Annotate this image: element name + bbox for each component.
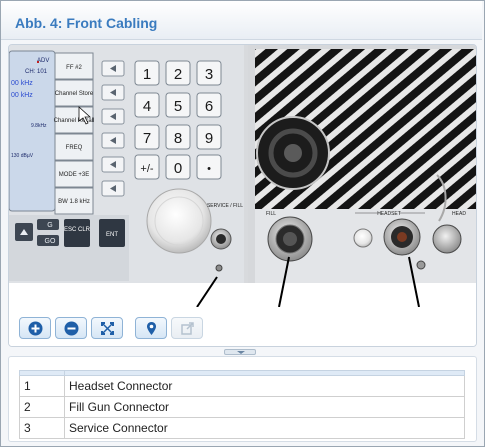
arrow-key[interactable] [101,156,125,173]
key-label: GO [45,238,56,245]
softkey-channel-recall[interactable]: Channel Recall [54,106,95,134]
map-pin-icon [147,322,156,335]
keypad-key-1[interactable]: 1 [134,60,160,86]
keypad-key-2[interactable]: 2 [165,60,191,86]
key-label: 7 [143,130,151,147]
image-viewer[interactable]: ADV CH: 101 00 kHz 00 kHz 9.8kHz 130 dBµ… [8,44,477,347]
key-label: 3 [205,66,213,83]
key-label: 8 [174,130,182,147]
key-label: ESC CLR [64,227,91,233]
lcd-line: 130 dBµV [11,153,34,159]
key-label: 0 [174,160,182,177]
key-label: 6 [205,98,213,115]
open-external-button[interactable] [171,317,203,339]
legend-label: Service Connector [64,417,465,439]
lcd-line: 00 kHz [11,92,33,99]
arrow-key[interactable] [101,180,125,197]
rotary-knob[interactable] [146,188,212,254]
softkey-label: Channel Store [55,91,94,97]
viewer-toolbar [9,307,476,346]
panel-splitter-handle[interactable] [224,349,256,355]
zoom-out-icon [64,321,79,336]
second-headset-connector[interactable] [432,224,462,254]
keypad-key-9[interactable]: 9 [196,124,222,150]
lcd-line: 00 kHz [11,80,33,87]
softkey-label: FREQ [66,145,83,151]
keypad-key-0[interactable]: 0 [165,154,191,180]
keypad-key-8[interactable]: 8 [165,124,191,150]
table-row: 3 Service Connector [19,417,465,439]
legend-panel: 1 Headset Connector 2 Fill Gun Connector… [8,356,477,442]
keypad-key-plus-minus[interactable]: +/- [134,154,160,180]
key-label: 2 [174,66,182,83]
softkey-label: MODE +3E [59,172,90,178]
legend-number: 1 [19,375,65,397]
panel-header: Abb. 4: Front Cabling [1,1,482,40]
lcd-display [9,50,56,212]
small-key-g[interactable]: G [37,219,59,230]
key-label: 4 [143,98,151,115]
arrow-key[interactable] [101,60,125,77]
softkey-ff2[interactable]: FF #2 [54,52,94,80]
legend-label: Fill Gun Connector [64,396,465,418]
small-key-up[interactable] [15,223,33,241]
legend-number: 3 [19,417,65,439]
keypad-key-3[interactable]: 3 [196,60,222,86]
headset-label: HEADSET [377,211,401,217]
legend-number: 2 [19,396,65,418]
arrow-key[interactable] [101,132,125,149]
softkey-label: FF #2 [66,65,82,71]
place-marker-button[interactable] [135,317,167,339]
panel-title: Abb. 4: Front Cabling [15,15,158,31]
legend-table: 1 Headset Connector 2 Fill Gun Connector… [19,370,465,439]
zoom-in-button[interactable] [19,317,51,339]
softkey-mode[interactable]: MODE +3E [54,160,94,188]
softkey-column: FF #2 Channel Store Channel Recall FREQ … [54,52,95,215]
key-label: • [207,163,211,175]
key-label: ENT [106,232,118,238]
softkey-channel-store[interactable]: Channel Store [54,79,94,107]
key-label: 5 [174,98,182,115]
keypad-key-7[interactable]: 7 [134,124,160,150]
lcd-line: CH: 101 [25,69,48,75]
fit-to-window-button[interactable] [91,317,123,339]
key-label: +/- [140,163,153,175]
arrow-key[interactable] [101,108,125,125]
device-photo[interactable]: ADV CH: 101 00 kHz 00 kHz 9.8kHz 130 dBµ… [9,45,476,307]
esc-clr-key[interactable]: ESC CLR [64,219,91,247]
softkey-freq[interactable]: FREQ [54,133,94,161]
key-label: 9 [205,130,213,147]
key-label: G [47,222,52,229]
head-label: HEAD [452,211,466,217]
zoom-out-button[interactable] [55,317,87,339]
lcd-line: 9.8kHz [31,123,47,129]
keypad-key-6[interactable]: 6 [196,92,222,118]
table-row: 1 Headset Connector [19,375,465,397]
table-row: 2 Fill Gun Connector [19,396,465,418]
keypad-key-5[interactable]: 5 [165,92,191,118]
small-key-go[interactable]: GO [37,235,59,246]
keypad-key-dot[interactable]: • [196,154,222,180]
fit-to-window-icon [101,322,114,335]
key-label: 1 [143,66,151,83]
photo-bottom-margin [9,283,476,307]
arrow-key[interactable] [101,84,125,101]
softkey-bw[interactable]: BW 1.8 kHz [54,187,94,215]
keypad-key-4[interactable]: 4 [134,92,160,118]
fill-label: FILL [266,211,276,217]
ent-key[interactable]: ENT [99,219,125,247]
zoom-in-icon [28,321,43,336]
volume-knob[interactable] [353,228,373,248]
service-label: SERVICE / FILL [207,203,243,209]
open-external-icon [181,322,194,335]
softkey-label: BW 1.8 kHz [58,199,90,205]
legend-label: Headset Connector [64,375,465,397]
